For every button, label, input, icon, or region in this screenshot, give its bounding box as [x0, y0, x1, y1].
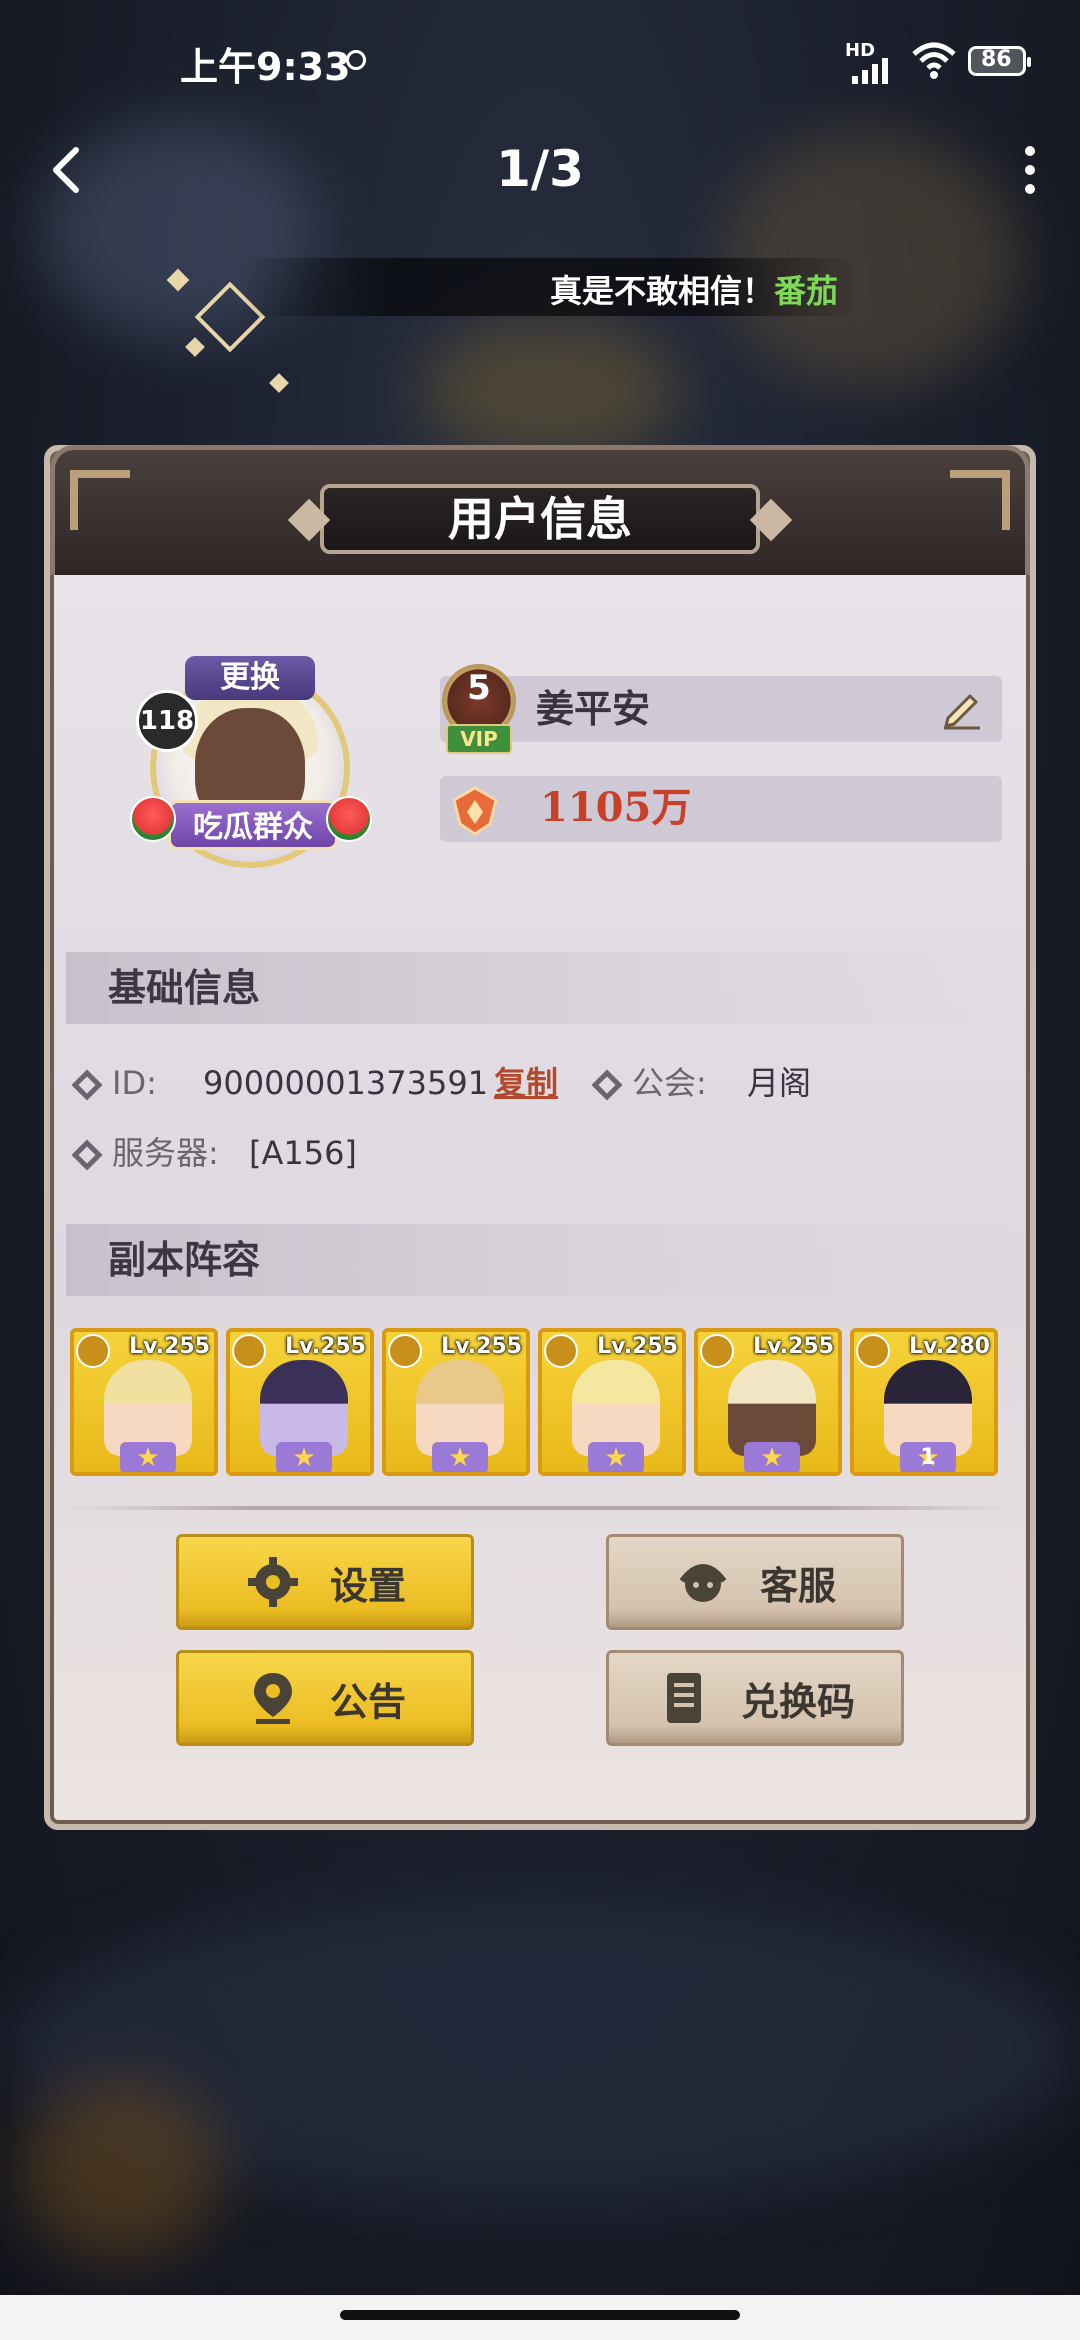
battery-level: 86 [981, 47, 1012, 72]
hero-class-icon [232, 1334, 266, 1368]
diamond-bullet-icon [591, 1069, 623, 1101]
notification-icon [346, 50, 366, 70]
hero-card[interactable]: Lv.255 ★ [694, 1328, 842, 1476]
edit-name-icon[interactable] [940, 686, 984, 730]
status-bar: 上午9:33 HD 86 [0, 0, 1080, 120]
diamond-bullet-icon [71, 1069, 103, 1101]
corner-ornament [70, 470, 130, 530]
guild-row: 公会: 月阁 [591, 1058, 811, 1108]
dialog-title: 用户信息 [448, 492, 632, 546]
sparkle-icon [185, 337, 205, 357]
hero-class-icon [544, 1334, 578, 1368]
customer-service-label: 客服 [759, 1563, 836, 1608]
more-options-icon[interactable] [1010, 140, 1050, 200]
id-value: 90000001373591 [203, 1064, 489, 1102]
hero-level: Lv.280 [909, 1334, 990, 1359]
lineup-header: 副本阵容 [66, 1224, 1012, 1296]
sparkle-icon [269, 373, 289, 393]
player-level-badge: 118 [136, 690, 198, 752]
wifi-icon [912, 42, 956, 79]
hero-class-icon [700, 1334, 734, 1368]
vip-label: VIP [446, 724, 512, 754]
settings-button[interactable]: 设置 [176, 1534, 474, 1630]
watermelon-icon [326, 796, 372, 842]
top-nav: 1/3 [0, 120, 1080, 220]
background-blur [20, 2080, 220, 2260]
hero-class-icon [856, 1334, 890, 1368]
star-icon: ★ [432, 1442, 488, 1472]
status-time: 上午9:33 [180, 45, 351, 89]
player-title-badge: 吃瓜群众 [168, 800, 338, 850]
marquee-highlight: 番茄 [774, 272, 839, 310]
hero-card[interactable]: Lv.255 ★ [538, 1328, 686, 1476]
change-avatar-button[interactable]: 更换 [185, 656, 315, 700]
lineup-title: 副本阵容 [108, 1238, 261, 1282]
star-icon: ★ [120, 1442, 176, 1472]
hero-level: Lv.255 [441, 1334, 522, 1359]
hero-card[interactable]: Lv.255 ★ [70, 1328, 218, 1476]
guild-value: 月阁 [746, 1064, 811, 1102]
hero-card[interactable]: Lv.255 ★ [382, 1328, 530, 1476]
hero-star-count: 1 [920, 1445, 936, 1470]
announcement-button[interactable]: 公告 [176, 1650, 474, 1746]
customer-service-button[interactable]: 客服 [606, 1534, 904, 1630]
settings-label: 设置 [329, 1563, 406, 1608]
hero-level: Lv.255 [597, 1334, 678, 1359]
hero-card[interactable]: Lv.255 ★ [226, 1328, 374, 1476]
star-icon: ★ [276, 1442, 332, 1472]
signal-icon [852, 56, 888, 84]
server-value: [A156] [248, 1134, 357, 1172]
hero-level: Lv.255 [753, 1334, 834, 1359]
id-label: ID: [112, 1064, 157, 1102]
power-bar [440, 776, 1002, 842]
guild-label: 公会: [632, 1064, 707, 1102]
server-label: 服务器: [112, 1134, 219, 1172]
hero-lineup: Lv.255 ★ Lv.255 ★ Lv.255 ★ Lv.255 ★ Lv.255 ★ Lv.28… [70, 1328, 1002, 1478]
basic-info-header: 基础信息 [66, 952, 1012, 1024]
redeem-code-button[interactable]: 兑换码 [606, 1650, 904, 1746]
battery-icon: 86 [968, 46, 1031, 76]
location-pin-icon [253, 1673, 292, 1724]
hero-card[interactable]: Lv.280 ★ 1 [850, 1328, 998, 1476]
gear-icon [247, 1557, 298, 1607]
announcement-marquee: 真是不敢相信！番茄 [240, 258, 860, 316]
star-icon: ★ [588, 1442, 644, 1472]
page-counter: 1/3 [496, 140, 584, 198]
star-icon: ★ [744, 1442, 800, 1472]
redeem-code-label: 兑换码 [740, 1679, 855, 1724]
name-bar [440, 676, 1002, 742]
announcement-label: 公告 [329, 1679, 406, 1724]
headset-icon [679, 1564, 727, 1602]
background-blur [420, 320, 680, 460]
document-icon [666, 1673, 701, 1723]
server-row: 服务器: [A156] [71, 1128, 357, 1178]
marquee-text: 真是不敢相信！ [550, 272, 775, 310]
hero-class-icon [388, 1334, 422, 1368]
divider [66, 1506, 1012, 1510]
id-row: ID: 90000001373591 [71, 1058, 489, 1108]
player-name: 姜平安 [536, 687, 651, 731]
combat-power-icon [452, 786, 498, 836]
melon-icon [130, 796, 176, 842]
hero-level: Lv.255 [129, 1334, 210, 1359]
corner-ornament [950, 470, 1010, 530]
combat-power-value: 1105万 [540, 784, 692, 831]
home-indicator[interactable] [340, 2310, 740, 2320]
hero-class-icon [76, 1334, 110, 1368]
vip-level: 5 [467, 668, 491, 708]
diamond-bullet-icon [71, 1139, 103, 1171]
vip-badge: 5 VIP [436, 664, 522, 756]
copy-id-button[interactable]: 复制 [494, 1058, 558, 1108]
basic-info-title: 基础信息 [108, 966, 261, 1010]
hero-level: Lv.255 [285, 1334, 366, 1359]
